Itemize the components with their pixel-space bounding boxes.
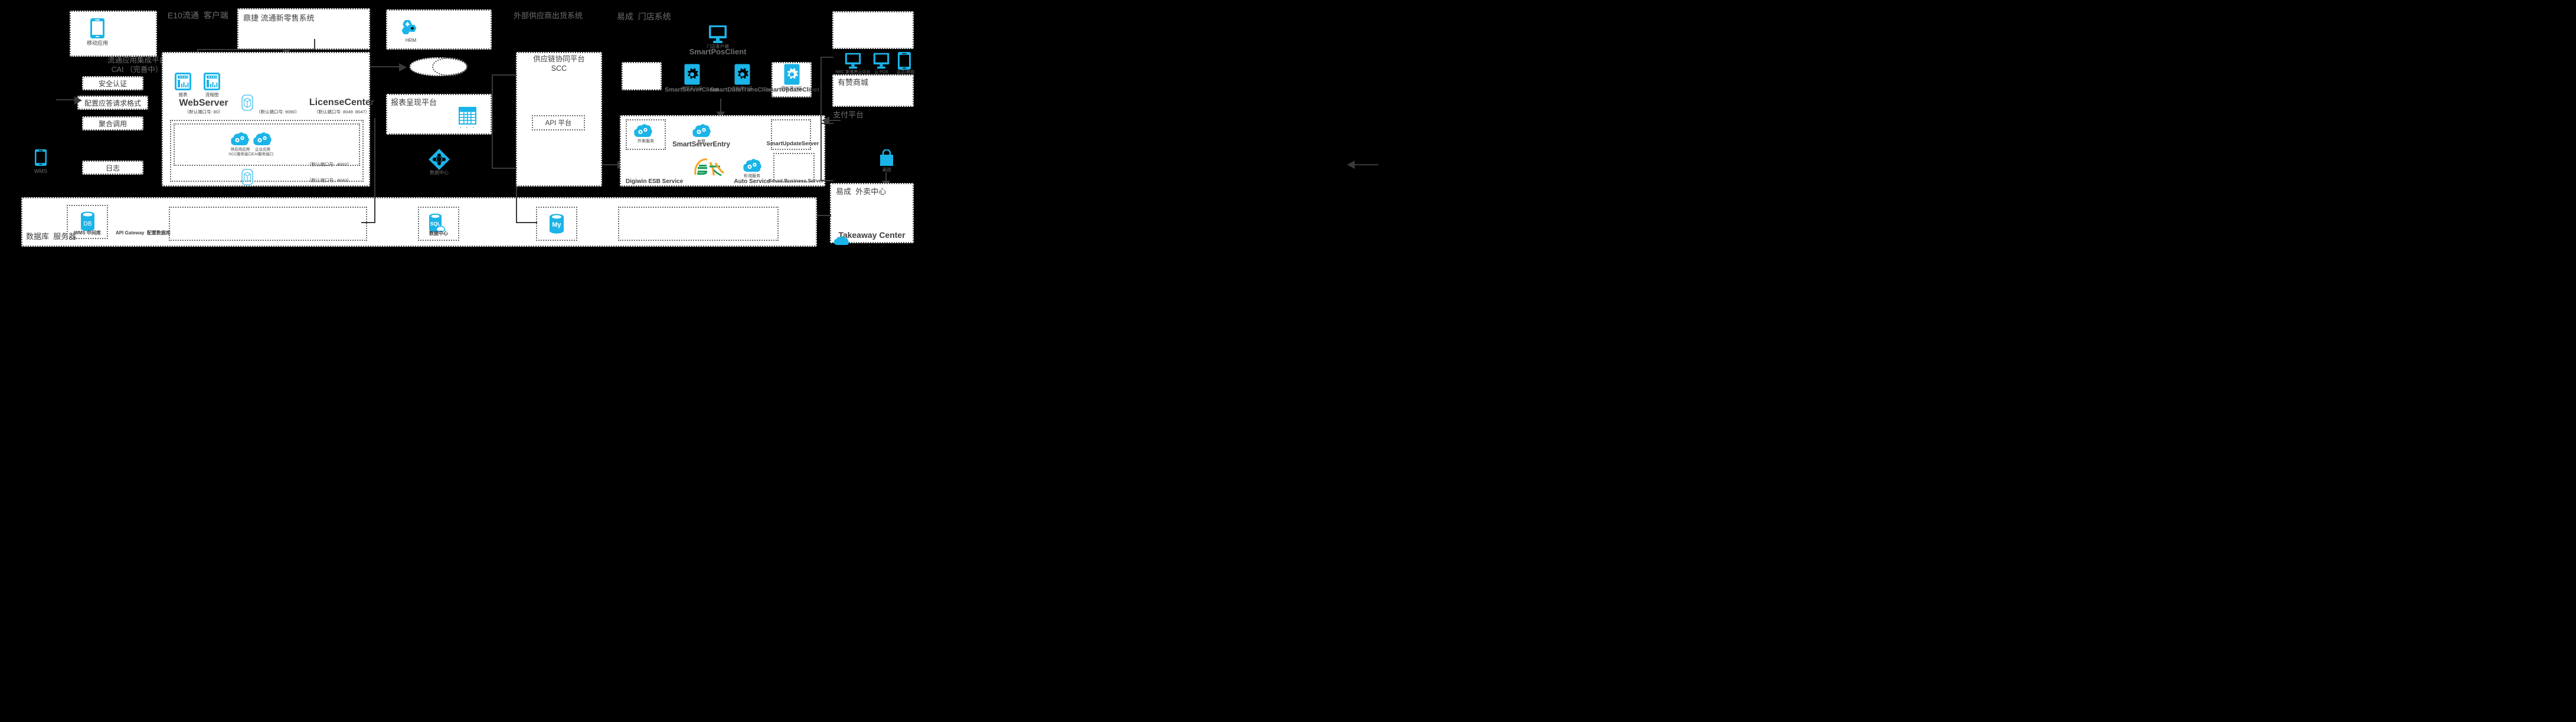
dingjie-retail-system-label: 鼎捷 流通新零售系统 [243,14,315,22]
right-bus-hline-top [820,57,833,58]
cloud-gear-icon [692,123,711,139]
scc-left-line-top [492,74,516,76]
shopping-bag-icon [878,149,895,167]
cai-item-security-auth-label: 安全认证 [98,80,127,88]
cai-item-request-format-label: 配置应答请求格式 [84,99,141,107]
yicheng-store-group-label: 易成 门店系统 [617,12,671,21]
window-chart-icon [175,73,191,90]
data-center-db-caption: 数据中心 [429,231,448,236]
connector-top-right-vertical [314,39,315,50]
hrm-caption: HRM [405,38,417,43]
smart-update-server-title: SmartUpdateServer [766,141,819,147]
cai-inbound-line [56,99,76,100]
gear-tile-icon [734,64,750,85]
scc-to-db-vline [516,187,517,223]
payment-platform-label: 支付平台 [833,110,864,119]
external-supplier-group-label: 外部供应商出货系统 [514,11,583,20]
webserver-title: WebServer [179,98,228,108]
cloud-gear-icon [253,131,272,148]
api-platform-label: API 平台 [545,120,572,127]
smart-pos-client-title: SmartPosClient [689,47,747,56]
scc-to-db-hline [516,222,537,223]
right-bus-hline-mid [820,123,833,124]
eai-api-caption: 企业应用 EAI服务接口 [251,148,274,157]
scc-left-vert [492,74,493,168]
svg-text:SQL: SQL [430,221,440,227]
cloud-icon [833,236,850,246]
monitor-icon [844,52,862,70]
data-center-caption: 数据中心 [430,170,449,175]
scc-left-line-bottom [492,168,516,169]
hexagon-hrm-icon [400,19,420,37]
db-cylinder-icon: DB [80,211,95,231]
webserver-to-db-vline [374,118,375,223]
window-chart-icon [204,73,220,90]
scc-to-datacenter-arrow [1347,161,1355,169]
phone-icon [90,18,105,39]
phone-icon [34,149,47,166]
monitor-icon [872,52,890,70]
gear-tile-icon [784,64,800,85]
calendar-grid-icon [458,106,477,125]
gear-tile-icon [684,64,700,85]
far-right-empty-panel [832,11,914,49]
wms-db-caption: WMS 中间库 [74,230,101,236]
cloud-gear-icon [743,158,761,174]
db-empty-box-1 [169,207,367,241]
svg-text:My: My [552,221,561,228]
wms-mobile-caption: WMS [34,168,47,174]
license-center-title: LicenseCenter [309,97,375,107]
outer-8043-port: （默认端口号: 8043） [307,178,352,183]
cube-service-icon [241,94,253,111]
queue-cylinder [410,57,468,76]
license-center-port: （默认端口号: 8049 8047） [313,109,370,115]
auto-service-title: Auto Service [734,178,770,185]
meituan-caption: 美团 [882,167,891,172]
yicheng-logo [692,157,726,178]
cloud-gear-icon [633,123,652,139]
webserver-port: （默认端口号: 80） [184,109,223,115]
right-bus-hline-bottom [820,180,833,181]
report-platform-label: 报表呈现平台 [391,98,437,107]
svg-text:DB: DB [84,221,92,227]
takeaway-center-group-label: 易成 外卖中心 [836,187,887,196]
cloud-gear-icon [230,131,249,148]
middleware-9090-port: （默认端口号: 9090） [256,109,300,115]
cube-service-icon [241,169,253,185]
cai-item-aggregate-call-label: 聚合调用 [98,120,127,128]
diamond-network-icon [427,148,451,171]
e10-client-group-label: E10流通 客户端 [168,11,228,20]
right-bus-vline [820,57,822,181]
scc-title: 供应链协同平台 SCC [533,55,585,73]
mysql-cylinder-icon: My [549,214,564,234]
cai-inbound-arrow [74,96,82,104]
smart-server-entry-title: SmartServerEntry [672,141,730,148]
store-empty-panel [622,62,662,90]
takeaway-service-caption: 外卖服务 [638,139,654,143]
architecture-diagram-canvas: 移动应用 E10流通 客户端 鼎捷 流通新零售系统 流通应用集成平台 CAI （… [0,0,2576,722]
sql-cylinder-icon: SQL [429,213,446,233]
tablet-icon [897,51,911,70]
db-empty-box-2 [618,207,779,241]
smart-business-server-title: Smart Business Server [769,178,824,184]
digiwin-esb-title: Digiwin ESB Service [626,178,684,185]
monitor-icon [708,25,728,44]
mobile-app-panel [70,11,157,57]
mobile-app-caption: 移动应用 [86,40,108,46]
api-gateway-db-caption: API Gateway 配置数据库 [116,230,171,236]
report-platform-ellipsis: · · · [459,124,476,131]
connector-top-horizontal [197,49,315,50]
cai-item-log-label: 日志 [105,164,120,172]
queue-inbound-arrow [399,63,407,71]
youzan-mall-label: 有赞商城 [838,78,869,87]
inner-8002-port: （默认端口号: 8002） [307,162,352,167]
smart-update-client-title: SmartUpdateClinet [763,86,820,93]
queue-inbound-line [370,66,401,67]
scc-to-datacenter-line [1352,164,1378,165]
webserver-to-db-hline [361,222,375,223]
